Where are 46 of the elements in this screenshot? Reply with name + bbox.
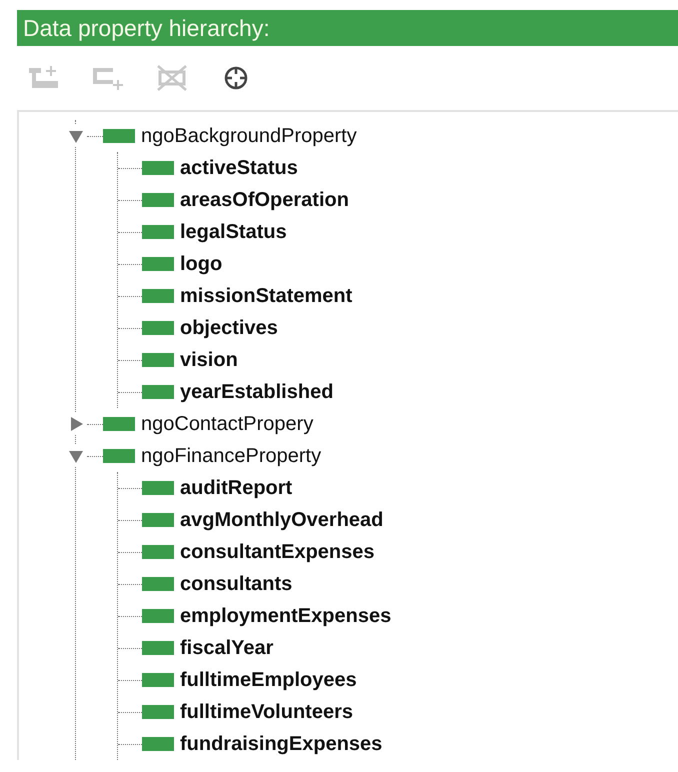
- tree-item[interactable]: vision: [180, 348, 238, 372]
- expand-triangle-icon[interactable]: [68, 448, 84, 464]
- tree-item[interactable]: auditReport: [180, 476, 292, 500]
- property-icon: [142, 673, 174, 687]
- tree-item[interactable]: fundraisingExpenses: [180, 732, 382, 756]
- property-icon: [142, 289, 174, 303]
- tree-item[interactable]: ngoContactPropery: [141, 412, 314, 436]
- tree-item[interactable]: logo: [180, 252, 222, 276]
- property-icon: [103, 449, 135, 463]
- property-icon: [142, 353, 174, 367]
- tree-item[interactable]: yearEstablished: [180, 380, 334, 404]
- tree-item[interactable]: avgMonthlyOverhead: [180, 508, 384, 532]
- tree-item[interactable]: ngoFinanceProperty: [141, 444, 322, 468]
- property-icon: [103, 129, 135, 143]
- property-icon: [142, 257, 174, 271]
- property-icon: [142, 737, 174, 751]
- property-icon: [142, 641, 174, 655]
- tree-item[interactable]: ngoBackgroundProperty: [141, 124, 357, 148]
- tree-item[interactable]: activeStatus: [180, 156, 298, 180]
- property-icon: [142, 577, 174, 591]
- tree-item[interactable]: legalStatus: [180, 220, 287, 244]
- tree-item[interactable]: fiscalYear: [180, 636, 274, 660]
- expand-triangle-icon[interactable]: [68, 416, 84, 432]
- tree-item[interactable]: objectives: [180, 316, 278, 340]
- property-icon: [142, 609, 174, 623]
- property-icon: [142, 513, 174, 527]
- property-icon: [142, 225, 174, 239]
- tree-item[interactable]: employmentExpenses: [180, 604, 392, 628]
- target-icon: [222, 64, 250, 92]
- property-icon: [142, 705, 174, 719]
- property-icon: [142, 545, 174, 559]
- property-icon: [142, 193, 174, 207]
- tree-item[interactable]: consultants: [180, 572, 292, 596]
- property-icon: [142, 161, 174, 175]
- property-icon: [142, 321, 174, 335]
- panel-title: Data property hierarchy:: [23, 14, 270, 42]
- property-icon: [103, 417, 135, 431]
- tree-item[interactable]: fulltimeVolunteers: [180, 700, 353, 724]
- property-icon: [142, 385, 174, 399]
- property-icon: [142, 481, 174, 495]
- tree-item[interactable]: missionStatement: [180, 284, 352, 308]
- tree-item[interactable]: fulltimeEmployees: [180, 668, 357, 692]
- expand-triangle-icon[interactable]: [68, 128, 84, 144]
- tree-item[interactable]: areasOfOperation: [180, 188, 349, 212]
- delete-icon: [155, 64, 189, 92]
- tree-item[interactable]: consultantExpenses: [180, 540, 375, 564]
